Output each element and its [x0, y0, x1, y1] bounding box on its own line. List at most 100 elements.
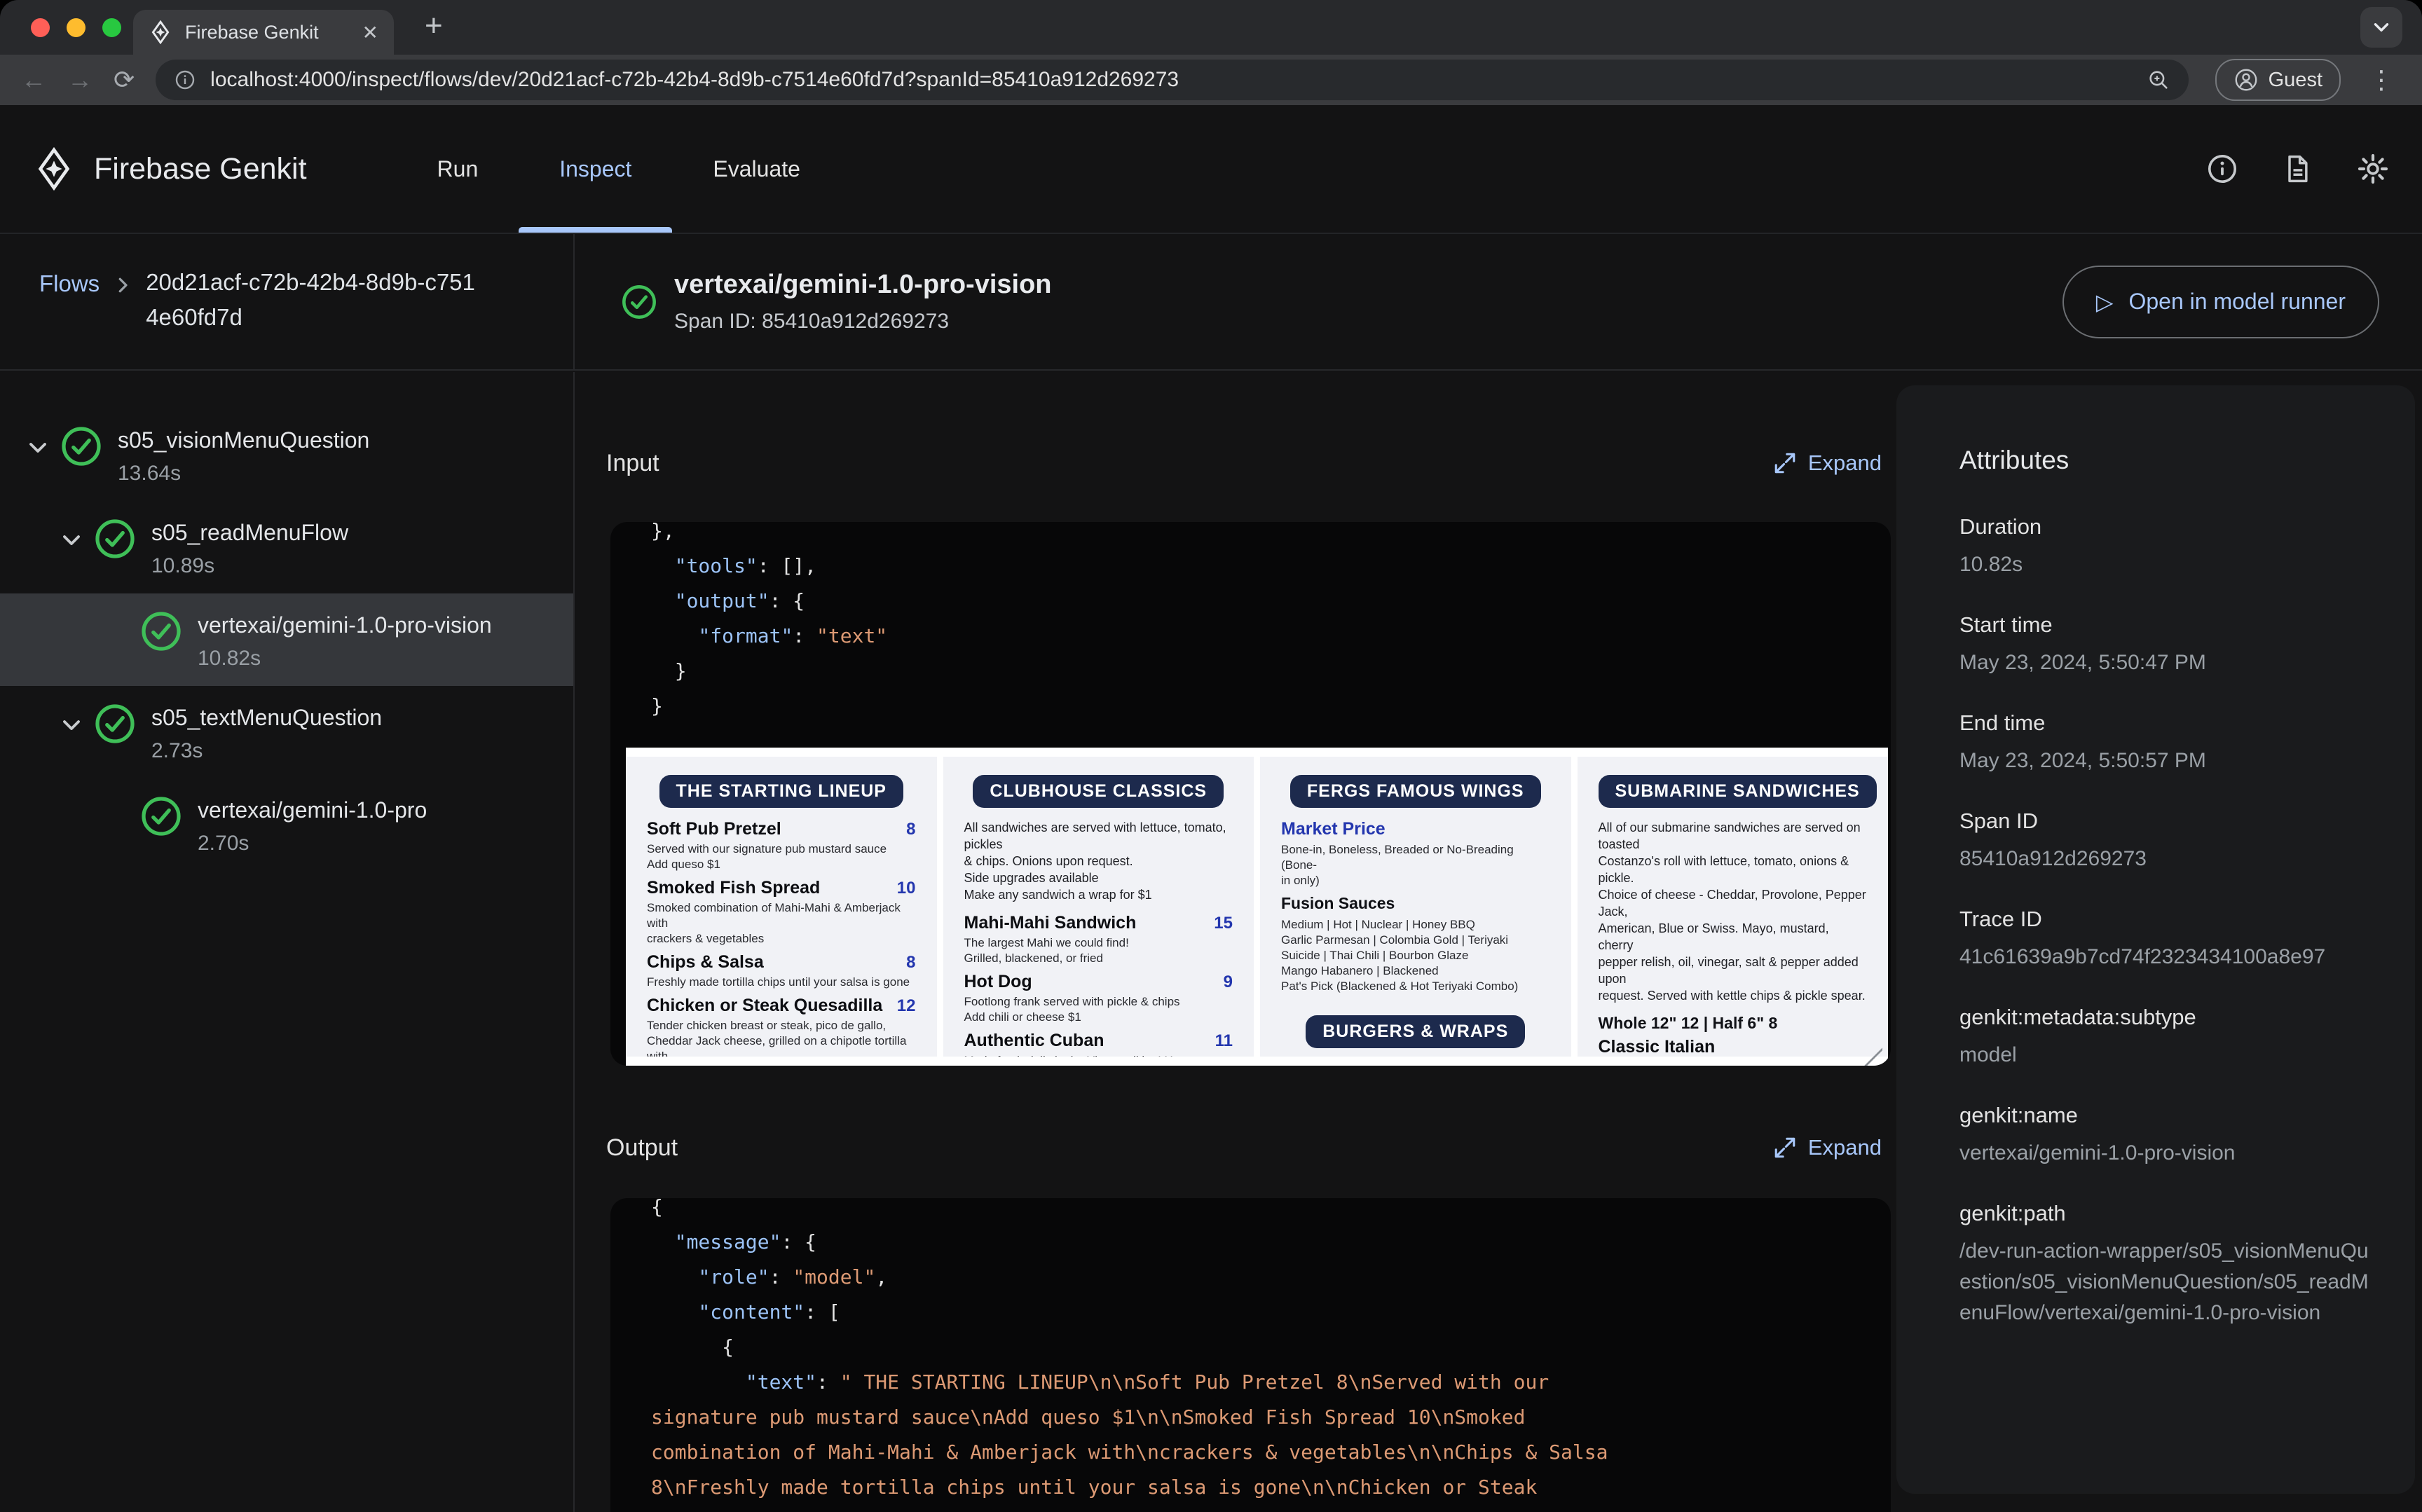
- nav-tab-evaluate[interactable]: Evaluate: [672, 105, 841, 233]
- chevron-down-icon[interactable]: [24, 434, 52, 462]
- genkit-favicon: [149, 20, 172, 44]
- trace-tree-row[interactable]: s05_readMenuFlow10.89s: [0, 501, 573, 593]
- trace-span-duration: 2.70s: [198, 832, 427, 855]
- attribute-value: /dev-run-action-wrapper/s05_visionMenuQu…: [1959, 1236, 2374, 1328]
- menu-item-name: Authentic Cuban: [964, 1031, 1104, 1051]
- attribute-value: 85410a912d269273: [1959, 844, 2374, 874]
- menu-item-name: Classic Italian: [1599, 1037, 1716, 1057]
- chevron-down-icon[interactable]: [57, 526, 85, 554]
- menu-item-name-row: Chicken or Steak Quesadilla 12: [647, 996, 916, 1016]
- menu-column: FERGS FAMOUS WINGSMarket PriceBone-in, B…: [1260, 757, 1571, 1057]
- menu-item-name: Mahi-Mahi Sandwich: [964, 913, 1137, 933]
- menu-bold-label: Fusion Sauces: [1281, 894, 1550, 913]
- menu-highlight-label: Market Price: [1281, 819, 1550, 839]
- close-window-button[interactable]: [31, 18, 50, 37]
- brand: Firebase Genkit: [32, 105, 307, 233]
- nav-tab-run[interactable]: Run: [397, 105, 519, 233]
- menu-section-header: CLUBHOUSE CLASSICS: [973, 775, 1224, 808]
- site-info-icon[interactable]: [174, 69, 196, 91]
- trace-span-label: vertexai/gemini-1.0-pro: [198, 794, 427, 826]
- menu-section-header: SUBMARINE SANDWICHES: [1599, 775, 1877, 808]
- span-title: vertexai/gemini-1.0-pro-vision: [674, 270, 1052, 300]
- menu-item-name-row: Authentic Cuban11: [964, 1031, 1233, 1051]
- attribute-field: genkit:path/dev-run-action-wrapper/s05_v…: [1959, 1201, 2374, 1328]
- breadcrumb-flows-link[interactable]: Flows: [39, 270, 100, 369]
- trace-tree-row-text: s05_visionMenuQuestion 13.64s: [118, 424, 369, 486]
- docs-icon[interactable]: [2282, 153, 2313, 185]
- forward-icon[interactable]: →: [67, 67, 93, 92]
- attribute-field: Span ID85410a912d269273: [1959, 809, 2374, 874]
- attribute-value: vertexai/gemini-1.0-pro-vision: [1959, 1138, 2374, 1169]
- app-header: Firebase Genkit RunInspectEvaluate: [0, 105, 2422, 234]
- menu-item-desc: Smoked combination of Mahi-Mahi & Amberj…: [647, 900, 916, 947]
- info-icon[interactable]: [2206, 153, 2238, 185]
- trace-span-duration: 10.89s: [151, 554, 348, 578]
- trace-span-label: s05_visionMenuQuestion: [118, 424, 369, 456]
- menu-item-price: 8: [906, 820, 915, 839]
- chevron-down-icon[interactable]: [57, 711, 85, 739]
- menu-item-price: 9: [1224, 973, 1233, 992]
- trace-tree-row[interactable]: s05_textMenuQuestion2.73s: [0, 686, 573, 778]
- trace-span-duration: 13.64s: [118, 462, 369, 486]
- zoom-window-button[interactable]: [102, 18, 121, 37]
- browser-tab[interactable]: Firebase Genkit ✕: [133, 10, 394, 55]
- attributes-panel: Attributes Duration10.82sStart timeMay 2…: [1896, 385, 2415, 1494]
- url-text[interactable]: localhost:4000/inspect/flows/dev/20d21ac…: [210, 68, 2132, 92]
- menu-item-price: 12: [897, 996, 916, 1016]
- trace-span-duration: 2.73s: [151, 739, 382, 763]
- span-detail-pane: Input Expand }, "tools": [], "output": {…: [576, 372, 1924, 1512]
- output-code-block: { "message": { "role": "model", "content…: [610, 1198, 1891, 1512]
- trace-tree-row[interactable]: vertexai/gemini-1.0-pro 2.70s: [0, 778, 573, 871]
- back-icon[interactable]: ←: [21, 67, 46, 92]
- tab-overview-button[interactable]: [2360, 7, 2402, 48]
- open-in-model-runner-button[interactable]: ▷ Open in model runner: [2062, 266, 2379, 338]
- genkit-logo-icon: [32, 147, 76, 191]
- play-icon: ▷: [2096, 291, 2114, 313]
- menu-item-name: Hot Dog: [964, 972, 1032, 992]
- menu-item-name: Chicken or Steak Quesadilla: [647, 996, 882, 1016]
- input-section-header: Input Expand: [576, 449, 1924, 477]
- trace-tree-row[interactable]: vertexai/gemini-1.0-pro-vision10.82s: [0, 593, 573, 686]
- zoom-page-icon[interactable]: [2147, 68, 2170, 92]
- input-label: Input: [606, 450, 659, 477]
- tab-close-icon[interactable]: ✕: [362, 21, 378, 44]
- menu-item: Chicken or Steak Quesadilla12Tender chic…: [647, 996, 916, 1057]
- input-expand-button[interactable]: Expand: [1773, 451, 1882, 476]
- menu-item-name-row: Smoked Fish Spread10: [647, 878, 916, 898]
- success-check-icon: [140, 610, 182, 652]
- menu-item-name-row: Chips & Salsa8: [647, 952, 916, 973]
- attribute-field: genkit:metadata:subtypemodel: [1959, 1005, 2374, 1071]
- menu-item-name-row: Soft Pub Pretzel 8: [647, 819, 916, 839]
- input-expand-label: Expand: [1808, 451, 1882, 476]
- menu-item-desc: Freshly made tortilla chips until your s…: [647, 975, 916, 990]
- menu-item-price: 8: [906, 953, 915, 973]
- nav-tab-inspect[interactable]: Inspect: [519, 105, 672, 233]
- menu-text: Medium | Hot | Nuclear | Honey BBQGarlic…: [1281, 917, 1550, 994]
- window-controls: [31, 18, 121, 37]
- attribute-label: End time: [1959, 710, 2374, 736]
- new-tab-button[interactable]: +: [425, 8, 443, 43]
- attribute-value: 10.82s: [1959, 549, 2374, 580]
- menu-text: All sandwiches are served with lettuce, …: [964, 819, 1233, 903]
- menu-section-header: FERGS FAMOUS WINGS: [1290, 775, 1541, 808]
- trace-span-duration: 10.82s: [198, 647, 492, 671]
- output-expand-button[interactable]: Expand: [1773, 1135, 1882, 1160]
- browser-window: Firebase Genkit ✕ + ← → ⟳ localhost:4000…: [0, 0, 2422, 1512]
- minimize-window-button[interactable]: [67, 18, 85, 37]
- profile-button[interactable]: Guest: [2215, 59, 2341, 101]
- address-bar[interactable]: localhost:4000/inspect/flows/dev/20d21ac…: [156, 60, 2188, 100]
- input-json: }, "tools": [], "output": { "format": "t…: [610, 522, 1891, 724]
- menu-column: THE STARTING LINEUPSoft Pub Pretzel8Serv…: [626, 757, 937, 1057]
- menu-item: Classic ItalianHam, salami, capicola wit…: [1599, 1037, 1868, 1057]
- trace-tree-row-text: vertexai/gemini-1.0-pro-vision10.82s: [198, 609, 492, 671]
- menu-item-name: Soft Pub Pretzel: [647, 819, 781, 839]
- menu-item-desc: The largest Mahi we could find!Grilled, …: [964, 935, 1233, 966]
- browser-menu-icon[interactable]: ⋮: [2362, 65, 2401, 95]
- trace-tree: s05_visionMenuQuestion 13.64s s05_readMen…: [0, 372, 575, 1512]
- input-code-block: }, "tools": [], "output": { "format": "t…: [610, 522, 1891, 1066]
- trace-tree-row[interactable]: s05_visionMenuQuestion 13.64s: [0, 408, 573, 501]
- reload-icon[interactable]: ⟳: [114, 67, 135, 92]
- chevron-right-icon: [112, 275, 133, 296]
- menu-section-header: BURGERS & WRAPS: [1306, 1015, 1525, 1048]
- theme-toggle-icon[interactable]: [2356, 152, 2390, 186]
